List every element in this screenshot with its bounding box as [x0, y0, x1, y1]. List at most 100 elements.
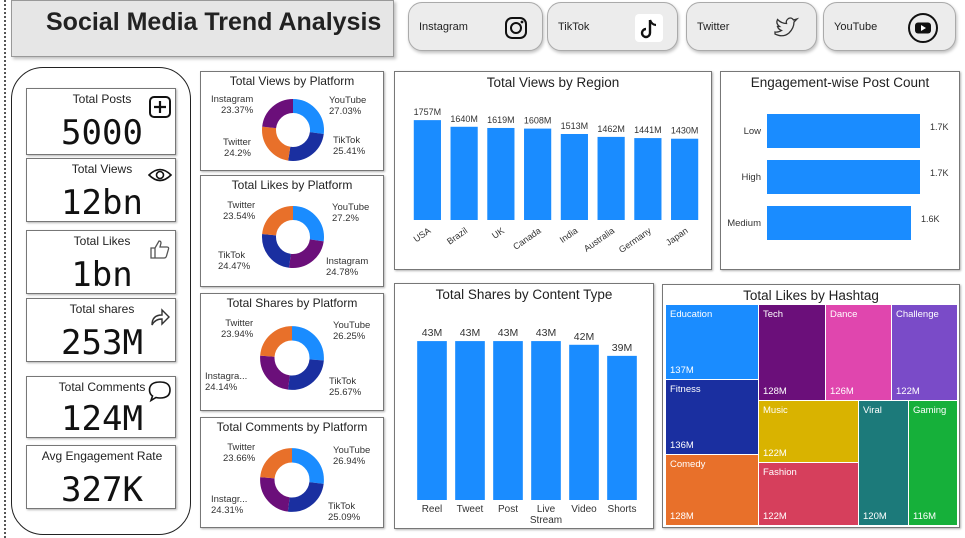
treemap-cell-music[interactable]: Music 122M	[759, 401, 858, 462]
category-label: Brazil	[445, 225, 469, 246]
treemap-cell-name: Fashion	[763, 467, 797, 478]
instagram-filter-label: Instagram	[419, 21, 468, 33]
treemap-cell-name: Education	[670, 309, 713, 320]
bar	[487, 127, 515, 220]
category-label: Low	[744, 126, 762, 137]
treemap-cell-tech[interactable]: Tech 128M	[759, 305, 825, 400]
treemap-cell-value: 122M	[763, 448, 787, 459]
kpi-total-views: Total Views 12bn	[26, 158, 176, 223]
page-title: Social Media Trend Analysis	[46, 8, 382, 36]
treemap-cell-comedy[interactable]: Comedy 128M	[666, 455, 758, 525]
treemap-cell-viral[interactable]: Viral 120M	[859, 401, 908, 525]
data-label: 43M	[422, 327, 442, 339]
shares-by-content-type-card: Total Shares by Content Type 43M Reel 43M T…	[394, 283, 654, 529]
data-label: 1.7K	[930, 168, 949, 178]
slice-label: TikTok 25.09%	[328, 501, 361, 523]
dashboard-title-box: Social Media Trend Analysis	[11, 0, 394, 57]
treemap-cell-fashion[interactable]: Fashion 122M	[759, 463, 858, 525]
category-label: Medium	[727, 218, 761, 229]
slice-label: YouTube 27.2%	[332, 202, 370, 224]
category-label: Canada	[511, 225, 543, 251]
likes-by-platform-card: Total Likes by Platform YouTube 27.2% Ins…	[200, 175, 384, 287]
treemap-cell-value: 136M	[670, 440, 694, 451]
data-label: 43M	[460, 327, 480, 339]
treemap-cell-name: Dance	[830, 309, 858, 320]
comments-donut[interactable]	[257, 445, 327, 515]
chart-title: Total Views by Platform	[229, 74, 355, 88]
instagram-filter-button[interactable]: Instagram	[408, 2, 543, 51]
likes-donut[interactable]	[259, 203, 327, 271]
bar	[455, 341, 485, 500]
bar	[450, 126, 478, 220]
kpi-total-likes: Total Likes 1bn	[26, 230, 176, 295]
youtube-filter-button[interactable]: YouTube	[823, 2, 956, 51]
bar	[671, 138, 699, 220]
comment-bubble-icon	[148, 381, 171, 403]
treemap-cell-value: 126M	[830, 386, 854, 397]
slice-label: YouTube 27.03%	[329, 95, 367, 117]
slice-label: Twitter 23.54%	[223, 200, 256, 222]
slice-label: Instagram 24.78%	[326, 256, 369, 278]
slice-label: Twitter 24.2%	[223, 137, 251, 159]
bar	[413, 120, 441, 220]
treemap-cell-name: Gaming	[913, 405, 947, 416]
bar	[607, 355, 637, 500]
data-label: 1757M	[414, 107, 442, 117]
kpi-avg-engagement-rate: Avg Engagement Rate 327K	[26, 445, 176, 510]
slice-label: TikTok 25.67%	[329, 376, 362, 398]
treemap-cell-gaming[interactable]: Gaming 116M	[909, 401, 957, 525]
kpi-value: 327K	[61, 470, 143, 510]
treemap-cell-education[interactable]: Education 137M	[666, 305, 758, 379]
category-label: Shorts	[608, 504, 637, 515]
twitter-filter-label: Twitter	[697, 21, 730, 33]
tiktok-icon	[635, 14, 663, 42]
engagement-post-count-chart: Low 1.7K High 1.7K Medium 1.6K	[727, 114, 949, 240]
category-label: Germany	[617, 225, 653, 255]
bar	[569, 344, 599, 500]
engagement-post-count-card: Engagement-wise Post Count Low 1.7K High 1.…	[720, 71, 960, 270]
category-label: Reel	[422, 504, 443, 515]
thumbs-up-icon	[150, 240, 170, 259]
data-label: 1513M	[561, 121, 589, 131]
views-donut[interactable]	[259, 96, 327, 164]
shares-donut[interactable]	[257, 323, 327, 393]
treemap-cell-value: 122M	[763, 511, 787, 522]
slice-label: Twitter 23.94%	[221, 318, 254, 340]
slice-label: YouTube 26.94%	[333, 445, 371, 467]
comments-by-platform-card: Total Comments by Platform YouTube 26.94%…	[200, 417, 384, 528]
instagram-icon	[505, 17, 527, 39]
slice-label: TikTok 25.41%	[333, 135, 366, 157]
chart-title: Total Comments by Platform	[216, 420, 368, 434]
category-label: Post	[498, 504, 518, 515]
data-label: 1640M	[450, 114, 478, 124]
kpi-total-posts: Total Posts 5000	[26, 88, 176, 155]
tiktok-filter-button[interactable]: TikTok	[547, 2, 678, 51]
data-label: 1441M	[634, 125, 662, 135]
treemap-cell-name: Tech	[763, 309, 784, 320]
treemap-cell-dance[interactable]: Dance 126M	[826, 305, 891, 400]
category-label: USA	[412, 225, 433, 244]
kpi-total-shares: Total shares 253M	[26, 298, 176, 363]
bar	[767, 160, 920, 194]
hashtag-treemap: Education 137M Tech 128M Dance 126M Challenge 1…	[666, 305, 958, 526]
treemap-cell-value: 120M	[863, 511, 887, 522]
share-arrow-icon	[151, 308, 170, 326]
twitter-filter-button[interactable]: Twitter	[686, 2, 817, 51]
slice-label: Twitter 23.66%	[223, 442, 256, 464]
twitter-icon	[774, 17, 800, 37]
views-by-region-chart: 1757M USA 1640M Brazil 1619M UK 1608M Canada 151…	[412, 107, 699, 255]
category-label: Stream	[530, 515, 562, 526]
bar	[597, 136, 625, 220]
category-label: Japan	[664, 225, 690, 247]
treemap-cell-name: Fitness	[670, 384, 701, 395]
data-label: 1.6K	[921, 214, 940, 224]
category-label: High	[741, 172, 761, 183]
slice-label: Instagra... 24.14%	[205, 371, 248, 393]
treemap-cell-fitness[interactable]: Fitness 136M	[666, 380, 758, 454]
treemap-cell-challenge[interactable]: Challenge 122M	[892, 305, 957, 400]
tiktok-filter-label: TikTok	[558, 21, 590, 33]
kpi-value: 124M	[61, 399, 143, 439]
treemap-cell-value: 128M	[763, 386, 787, 397]
treemap-cell-value: 116M	[913, 511, 937, 522]
shares-by-content-type-chart: 43M Reel 43M Tweet 43M Post 43M LiveStream 42M Vi…	[417, 327, 637, 526]
